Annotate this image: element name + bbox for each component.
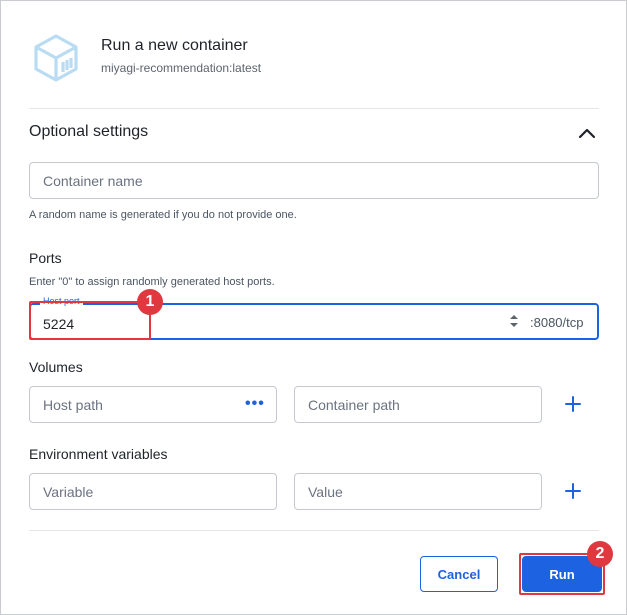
annotation-highlight-1 [29,301,151,340]
container-name-placeholder: Container name [43,172,143,189]
container-path-placeholder: Container path [308,396,400,413]
ports-hint: Enter "0" to assign randomly generated h… [29,276,275,288]
ports-title: Ports [29,250,62,266]
variable-placeholder: Variable [43,483,94,500]
container-cube-icon [34,34,78,82]
annotation-badge-1: 1 [137,289,163,315]
dialog-title: Run a new container [101,37,248,54]
value-placeholder: Value [308,483,343,500]
footer-divider [29,530,599,531]
volumes-title: Volumes [29,359,83,375]
add-env-plus-icon[interactable] [565,483,581,499]
host-path-input[interactable]: Host path [29,386,277,423]
container-port: :8080/tcp [530,315,584,330]
up-down-arrows-icon[interactable] [509,313,519,329]
image-name: miyagi-recommendation:latest [101,61,262,75]
container-name-hint: A random name is generated if you do not… [29,209,297,221]
header-divider [29,108,599,109]
env-title: Environment variables [29,446,168,462]
host-path-placeholder: Host path [43,396,103,413]
value-input[interactable]: Value [294,473,542,510]
optional-settings-title[interactable]: Optional settings [29,123,148,141]
container-path-input[interactable]: Container path [294,386,542,423]
container-name-input[interactable]: Container name [29,162,599,199]
chevron-up-icon[interactable] [578,126,596,140]
variable-input[interactable]: Variable [29,473,277,510]
cancel-button[interactable]: Cancel [420,556,498,592]
add-volume-plus-icon[interactable] [565,396,581,412]
more-horizontal-icon[interactable]: ••• [245,396,265,412]
annotation-badge-2: 2 [587,541,613,567]
